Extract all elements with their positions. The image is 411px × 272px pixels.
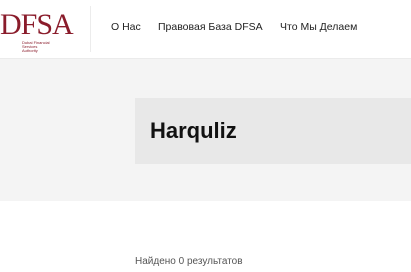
site-header: DFSA Dubai Financial Services Authority …	[0, 0, 411, 59]
results-count: Найдено 0 результатов	[135, 256, 243, 267]
title-box: Harquliz	[135, 98, 411, 164]
dfsa-logo[interactable]: DFSA Dubai Financial Services Authority	[0, 6, 91, 53]
nav-link-what-we-do[interactable]: Что Мы Делаем	[280, 20, 357, 34]
nav-link-about[interactable]: О Нас	[111, 20, 141, 34]
nav-link-legal-framework[interactable]: Правовая База DFSA	[158, 20, 263, 34]
logo-mark: DFSA	[0, 8, 74, 41]
logo-subtitle-line-3: Authority	[22, 48, 38, 53]
hero-banner: Harquliz	[0, 59, 411, 201]
page-title: Harquliz	[150, 118, 237, 143]
page: DFSA Dubai Financial Services Authority …	[0, 0, 411, 272]
